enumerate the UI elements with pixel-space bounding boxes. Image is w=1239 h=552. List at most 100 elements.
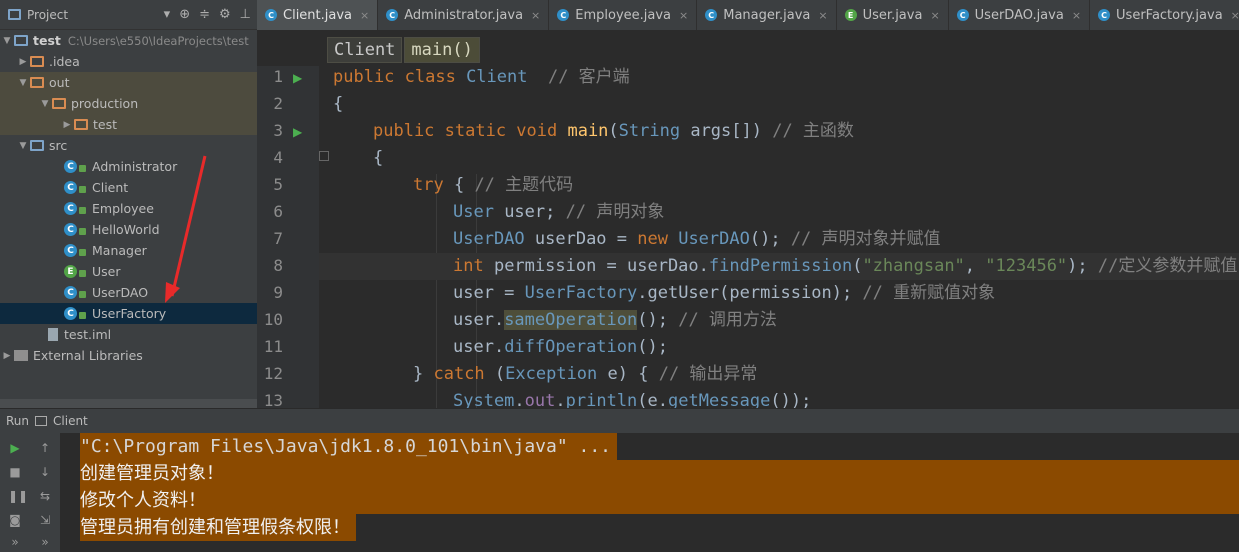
- editor-tabs: C Client.java × C Administrator.java × C…: [257, 0, 1239, 30]
- gear-icon[interactable]: ⚙: [219, 7, 231, 22]
- tab-user-java[interactable]: E User.java ×: [837, 0, 949, 30]
- breadcrumb-method[interactable]: main(): [404, 37, 480, 63]
- tree-item-label: Administrator: [92, 159, 178, 174]
- tree-item-label: src: [49, 138, 68, 153]
- run-panel: Run Client ▶ ■ ❚❚ ◙ » ↑ ↓ ⇆ ⇲ » "C:\Prog…: [0, 408, 1239, 552]
- expand-icon[interactable]: ▼: [16, 78, 30, 88]
- tab-client-java[interactable]: C Client.java ×: [257, 0, 379, 30]
- class-icon: C: [265, 9, 277, 21]
- tree-item-production[interactable]: ▼ production: [0, 93, 257, 114]
- tree-item-label: UserDAO: [92, 285, 149, 300]
- run-config-name[interactable]: Client: [53, 414, 88, 428]
- breadcrumb-class[interactable]: Client: [327, 37, 403, 63]
- lock-icon: [79, 290, 86, 298]
- folder-icon: [30, 77, 44, 88]
- collapse-icon[interactable]: ≑: [199, 7, 210, 22]
- stop-icon[interactable]: ■: [8, 465, 22, 479]
- more-icon[interactable]: »: [8, 535, 22, 549]
- code-line: } catch (Exception e) { // 输出异常: [413, 364, 758, 384]
- folder-icon: [74, 119, 88, 130]
- code-line: {: [333, 94, 344, 114]
- tree-item-idea[interactable]: ▶ .idea: [0, 51, 257, 72]
- scroll-to-end-icon[interactable]: ⇲: [38, 513, 52, 527]
- tree-item-test-iml[interactable]: test.iml: [0, 324, 257, 345]
- hide-icon[interactable]: ⊥: [240, 7, 251, 22]
- dropdown-icon[interactable]: ▾: [164, 7, 171, 22]
- class-icon: C: [64, 202, 77, 215]
- tree-item-project[interactable]: ▼ test C:\Users\e550\IdeaProjects\test: [0, 30, 257, 51]
- console-line: 创建管理员对象！: [80, 460, 1239, 487]
- lock-icon: [79, 206, 86, 214]
- tab-userdao-java[interactable]: C UserDAO.java ×: [949, 0, 1091, 30]
- tree-item-out-test[interactable]: ▶ test: [0, 114, 257, 135]
- tab-label: User.java: [862, 7, 923, 23]
- source-folder-icon: [30, 140, 44, 151]
- tab-manager-java[interactable]: C Manager.java ×: [697, 0, 837, 30]
- run-label[interactable]: Run: [6, 414, 29, 428]
- run-config-icon: [35, 416, 48, 426]
- class-icon: C: [64, 181, 77, 194]
- class-icon: C: [64, 307, 77, 320]
- tree-item-label: Manager: [92, 243, 147, 258]
- run-class-icon[interactable]: ▶: [293, 71, 302, 85]
- tree-item-src[interactable]: ▼ src: [0, 135, 257, 156]
- class-icon: C: [956, 9, 969, 21]
- expand-icon[interactable]: ▼: [16, 141, 30, 151]
- close-icon[interactable]: ×: [679, 9, 688, 22]
- enum-icon: E: [64, 265, 77, 278]
- pause-icon[interactable]: ❚❚: [8, 489, 28, 503]
- down-icon[interactable]: ↓: [38, 465, 52, 479]
- tree-item-administrator[interactable]: C Administrator: [0, 156, 257, 177]
- run-main-icon[interactable]: ▶: [293, 125, 302, 139]
- project-header: Project ▾ ⊕ ≑ ⚙ ⊥: [0, 0, 257, 30]
- lock-icon: [79, 185, 86, 193]
- close-icon[interactable]: ×: [531, 9, 540, 22]
- class-icon: C: [64, 223, 77, 236]
- up-icon[interactable]: ↑: [38, 441, 52, 455]
- class-icon: C: [557, 9, 570, 21]
- more-icon[interactable]: »: [38, 535, 52, 549]
- expand-icon[interactable]: ▼: [38, 99, 52, 109]
- tree-item-out[interactable]: ▼ out: [0, 72, 257, 93]
- tree-item-userdao[interactable]: C UserDAO: [0, 282, 257, 303]
- tab-administrator-java[interactable]: C Administrator.java ×: [378, 0, 550, 30]
- rerun-icon[interactable]: ▶: [8, 441, 22, 455]
- close-icon[interactable]: ×: [818, 9, 827, 22]
- class-icon: C: [64, 160, 77, 173]
- tree-item-employee[interactable]: C Employee: [0, 198, 257, 219]
- tree-item-userfactory[interactable]: C UserFactory: [0, 303, 257, 324]
- line-number: 7: [273, 229, 283, 248]
- tab-label: Client.java: [283, 7, 353, 23]
- console-output[interactable]: "C:\Program Files\Java\jdk1.8.0_101\bin\…: [60, 433, 1239, 552]
- close-icon[interactable]: ×: [360, 9, 369, 22]
- tree-item-user[interactable]: E User: [0, 261, 257, 282]
- close-icon[interactable]: ×: [1231, 9, 1239, 22]
- line-number: 12: [263, 364, 283, 383]
- target-icon[interactable]: ⊕: [179, 7, 190, 22]
- code-line: public class Client // 客户端: [333, 67, 630, 87]
- tree-item-client[interactable]: C Client: [0, 177, 257, 198]
- camera-icon[interactable]: ◙: [8, 513, 22, 527]
- tab-employee-java[interactable]: C Employee.java ×: [549, 0, 698, 30]
- code-line: System.out.println(e.getMessage());: [453, 391, 812, 408]
- tree-item-label: .idea: [49, 54, 80, 69]
- project-view-title[interactable]: Project: [27, 8, 68, 22]
- tree-item-helloworld[interactable]: C HelloWorld: [0, 219, 257, 240]
- close-icon[interactable]: ×: [1072, 9, 1081, 22]
- run-toolbar-secondary: ↑ ↓ ⇆ ⇲ »: [30, 433, 60, 552]
- line-number: 10: [263, 310, 283, 329]
- close-icon[interactable]: ×: [930, 9, 939, 22]
- collapsed-icon[interactable]: ▶: [60, 120, 74, 130]
- line-number: 4: [273, 148, 283, 167]
- collapsed-icon[interactable]: ▶: [0, 351, 14, 361]
- tree-item-manager[interactable]: C Manager: [0, 240, 257, 261]
- tab-userfactory-java[interactable]: C UserFactory.java ×: [1090, 0, 1239, 30]
- soft-wrap-icon[interactable]: ⇆: [38, 489, 52, 503]
- code-editor[interactable]: Client main() 1 2 3 4 5 6 7 8 9 10 11 12…: [257, 30, 1239, 408]
- code-area[interactable]: public class Client // 客户端 { public stat…: [319, 66, 1239, 408]
- code-line: UserDAO userDao = new UserDAO(); // 声明对象…: [453, 229, 941, 249]
- horizontal-scrollbar[interactable]: [0, 399, 257, 408]
- collapsed-icon[interactable]: ▶: [16, 57, 30, 67]
- expand-icon[interactable]: ▼: [0, 36, 14, 46]
- tree-item-external-libraries[interactable]: ▶ External Libraries: [0, 345, 257, 366]
